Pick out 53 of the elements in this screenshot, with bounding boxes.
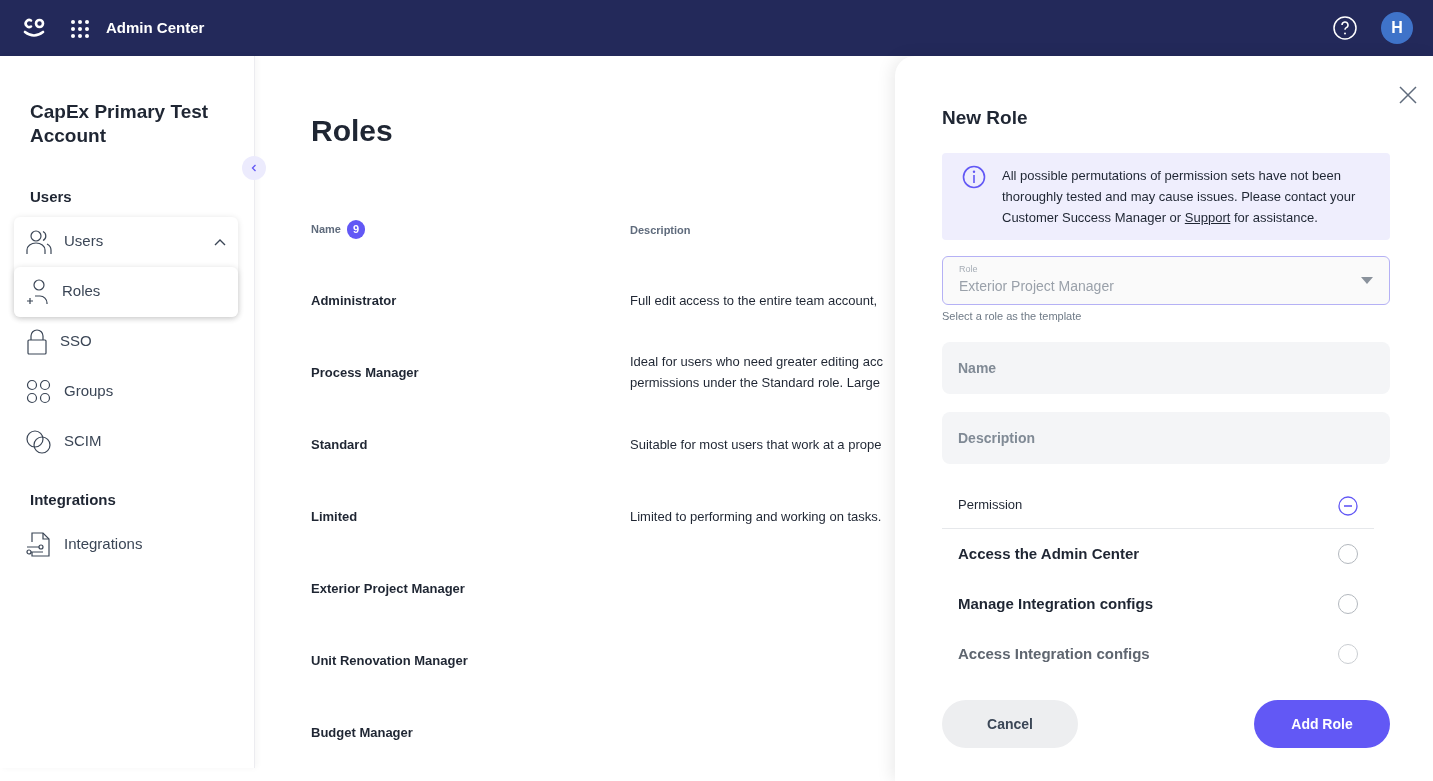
section-heading: Integrations [29,489,117,510]
description-field[interactable]: Description [942,412,1390,464]
help-icon[interactable] [1333,15,1357,41]
info-icon [962,164,986,189]
groups-icon [26,378,52,405]
chevron-left-icon [249,163,259,173]
role-description: Ideal for users who need greater editing acc permissions under the Standard role. Large [630,353,883,392]
permission-radio[interactable] [1338,594,1358,614]
column-header[interactable]: Name [311,221,341,238]
nav-item[interactable]: SCIM [14,416,238,467]
chevron-icon [214,237,226,246]
role-name[interactable]: Limited [311,508,358,524]
user-avatar[interactable]: H [1381,12,1413,44]
account-name: CapEx Primary Test Account [29,100,210,148]
add-button[interactable]: Add Role [1254,700,1390,748]
support-link[interactable]: Support [1184,209,1231,225]
role-description: Suitable for most users that work at a prope [630,435,882,454]
linked-circles-icon [26,428,52,455]
logo-icon [22,17,46,39]
nav-item[interactable]: SSO [14,316,238,367]
count-badge: 9 [346,220,366,239]
permission-label: Access the Admin Center [958,543,1140,564]
column-header[interactable]: Description [630,224,691,236]
user-add-icon [26,278,50,305]
permission-header: Permission [958,496,1023,515]
lock-icon [26,328,48,355]
section-heading: Users [29,187,73,207]
role-name[interactable]: Budget Manager [311,724,413,740]
nav-item[interactable]: Users [14,216,238,267]
permission-radio[interactable] [1338,544,1358,564]
role-name[interactable]: Standard [311,436,368,452]
drawer-title: New Role [942,106,1029,130]
name-field[interactable]: Name [942,342,1390,394]
document-connector-icon [26,531,52,557]
permission-label: Manage Integration configs [958,593,1153,614]
nav-item[interactable]: Roles [14,266,238,317]
field-hint: Select a role as the template [942,308,1083,324]
deselect-all-icon[interactable] [1338,493,1358,517]
role-name[interactable]: Administrator [311,292,397,308]
role-description: Limited to performing and working on tasks. [630,507,882,526]
cancel-button[interactable]: Cancel [942,700,1078,748]
app-title: Admin Center [106,17,205,38]
caret-icon [1361,276,1373,284]
page-title: Roles [311,113,393,149]
role-name[interactable]: Process Manager [311,364,419,380]
nav-item[interactable]: Integrations [14,519,238,569]
role-description: Full edit access to the entire team account, [630,291,878,310]
permission-label: Access Integration configs [958,643,1150,664]
users-icon [26,228,52,255]
role-name[interactable]: Exterior Project Manager [311,580,465,596]
notice-text: All possible permutations of permission sets have not been thoroughly tested and may cause issues. Please contact your Customer Success Manager or Support for assistance. [1002,166,1357,227]
nav-item[interactable]: Groups [14,366,238,417]
role-name[interactable]: Unit Renovation Manager [311,652,468,668]
